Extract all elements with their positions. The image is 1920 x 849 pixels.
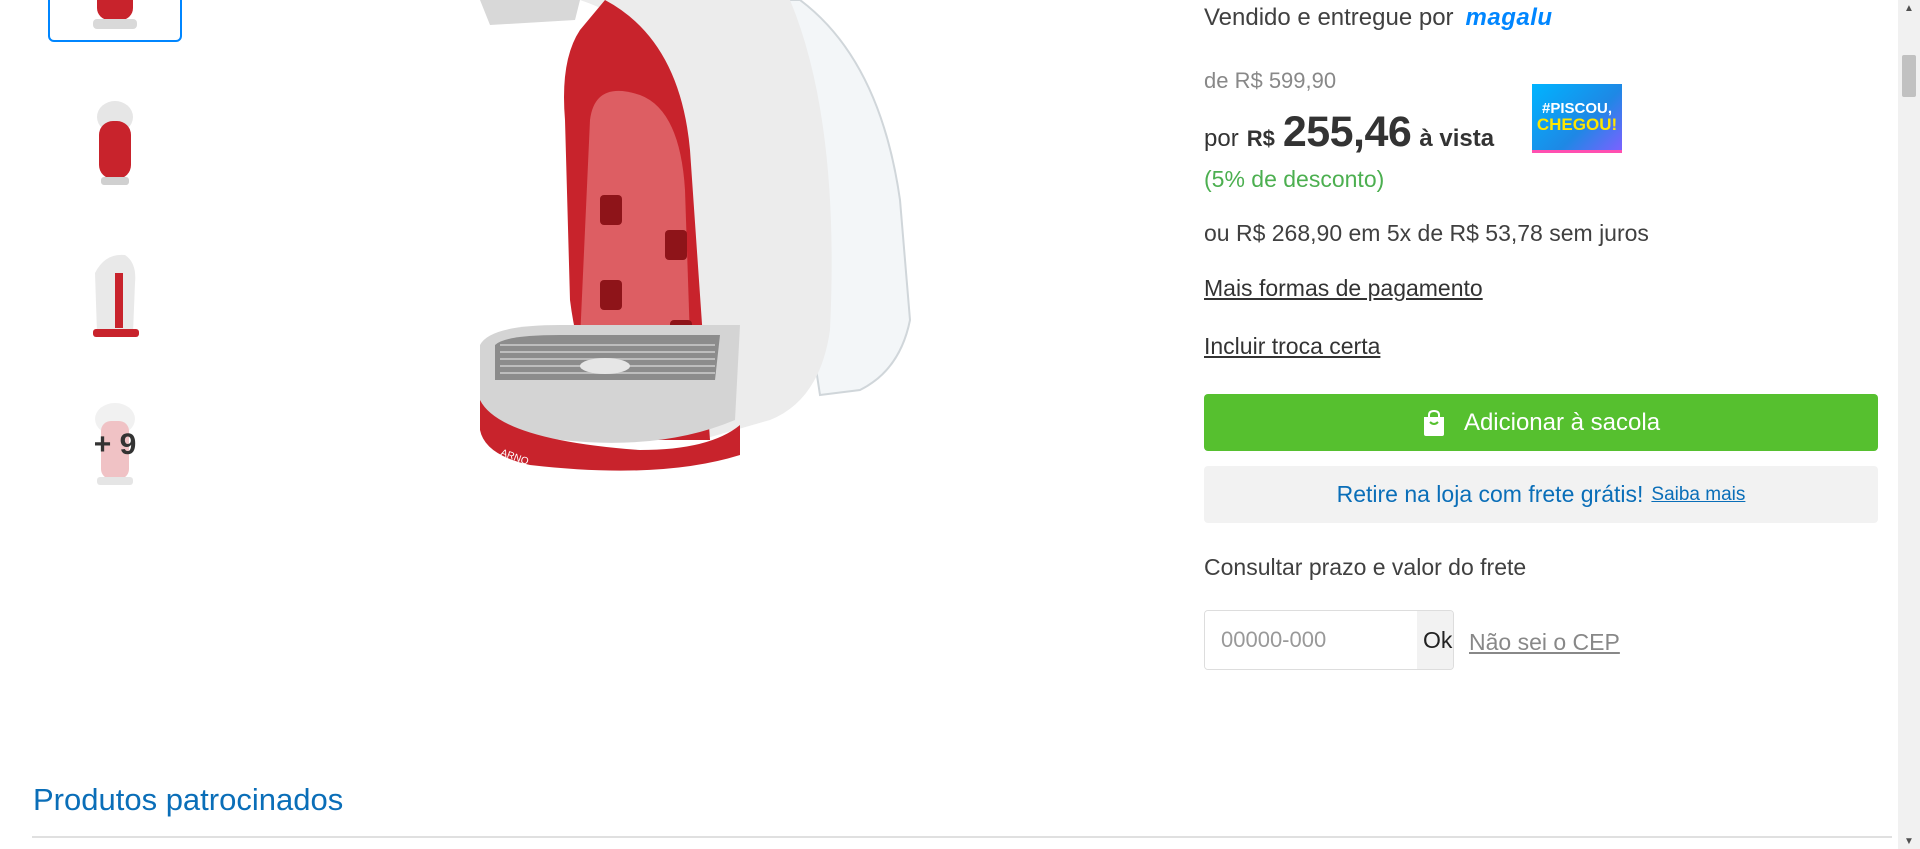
unknown-cep-link[interactable]: Não sei o CEP [1469,629,1620,656]
more-images-count: + 9 [50,390,180,500]
thumbnail-1[interactable] [48,0,182,42]
promo-badge: #PISCOU, CHEGOU! [1532,84,1622,150]
coffee-machine-thumbnail-image [93,0,137,29]
magalu-logo[interactable]: magalu [1466,4,1553,32]
main-product-image[interactable]: ARNO [380,0,940,490]
learn-more-link[interactable]: Saiba mais [1651,484,1745,506]
discount-text: (5% de desconto) [1204,166,1385,192]
thumbnail-3[interactable] [48,236,182,350]
store-pickup-banner: Retire na loja com frete grátis! Saiba m… [1204,466,1878,523]
scroll-up-arrow-icon[interactable]: ▲ [1898,0,1920,16]
cep-ok-button[interactable]: Ok [1417,611,1453,669]
scrollbar-thumb[interactable] [1902,55,1916,97]
cep-input[interactable] [1205,611,1417,669]
payment-methods-link[interactable]: Mais formas de pagamento [1204,275,1483,302]
seller-label: Vendido e entregue por [1204,4,1454,31]
scroll-down-arrow-icon[interactable]: ▼ [1898,833,1920,849]
installments-text: ou R$ 268,90 em 5x de R$ 53,78 sem juros [1204,220,1649,246]
troca-certa-link[interactable]: Incluir troca certa [1204,333,1380,360]
seller-info: Vendido e entregue por magalu [1204,4,1553,32]
page-scrollbar[interactable]: ▲ ▼ [1898,0,1920,849]
shopping-bag-icon [1423,409,1444,436]
promo-badge-line2: CHEGOU! [1536,115,1618,134]
add-to-bag-label: Adicionar à sacola [1463,408,1661,436]
price-suffix: à vista [1419,125,1495,152]
cep-form: Ok [1204,610,1454,670]
coffee-machine-thumbnail-image [97,101,133,185]
section-divider [32,836,1892,838]
coffee-machine-thumbnail-image [93,254,139,337]
price-prefix: por [1204,125,1239,152]
thumbnail-2[interactable] [48,88,182,202]
sponsored-products-title: Produtos patrocinados [33,782,344,817]
old-price: de R$ 599,90 [1204,68,1337,93]
shipping-label: Consultar prazo e valor do frete [1204,554,1527,580]
thumbnail-more[interactable]: + 9 [48,388,182,502]
coffee-machine-image: ARNO [480,0,912,471]
store-pickup-text: Retire na loja com frete grátis! [1336,481,1644,507]
add-to-bag-button[interactable]: Adicionar à sacola [1204,394,1878,451]
price-currency: R$ [1246,126,1275,151]
current-price: por R$ 255,46 à vista [1204,108,1494,157]
price-value: 255,46 [1282,108,1412,156]
